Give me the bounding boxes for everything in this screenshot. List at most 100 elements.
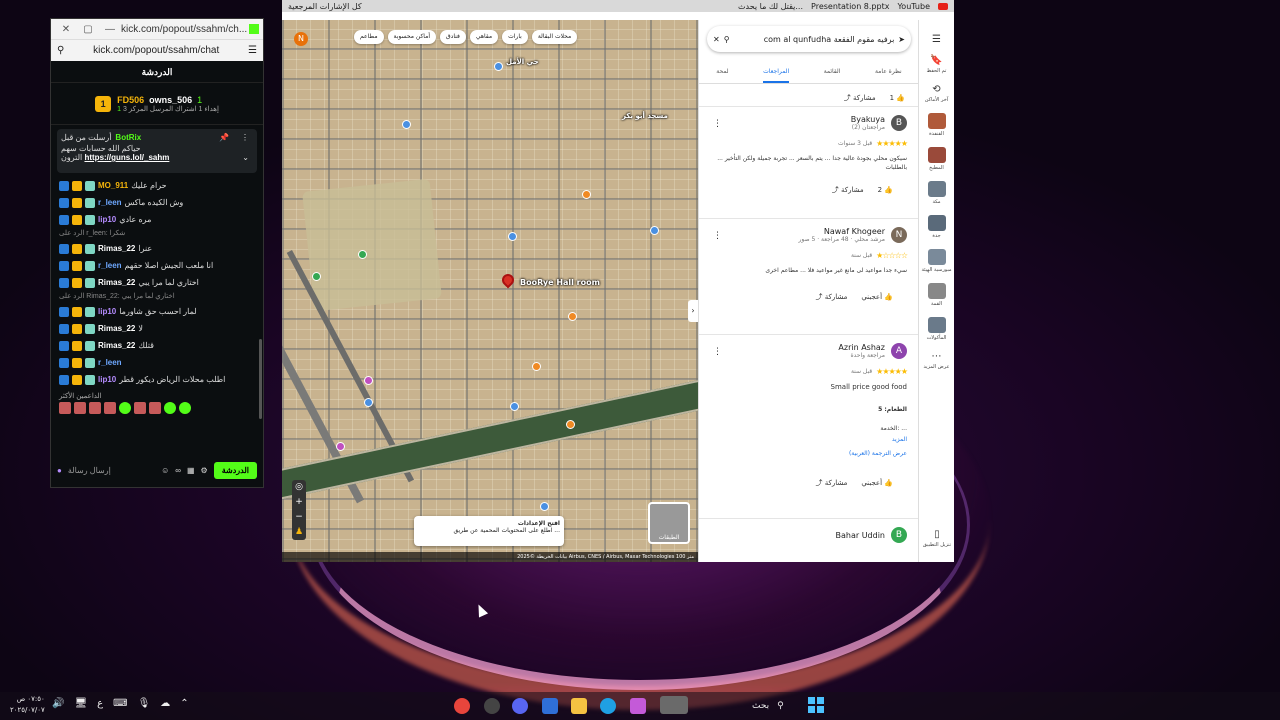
map-poi[interactable] [364, 398, 373, 407]
collapse-panel-button[interactable]: › [688, 300, 698, 322]
emote[interactable] [119, 402, 131, 414]
emoji-icon[interactable]: ☺ [161, 466, 169, 475]
profile-avatar[interactable]: N [294, 32, 308, 46]
store-icon[interactable] [542, 698, 558, 714]
tab-overview[interactable]: نظرة عامة [875, 62, 902, 83]
discord-icon[interactable] [512, 698, 528, 714]
like-button[interactable]: 2 👍 [878, 186, 893, 194]
mic-icon[interactable]: 🎙 [138, 698, 151, 709]
leader-user-2[interactable]: owns_506 [149, 95, 192, 105]
rail-place[interactable]: جدة [919, 215, 954, 239]
clock[interactable]: ٠٧:٥٠ ص ٢٠٢٥/٠٧/٠٧ [10, 694, 45, 716]
chat-address[interactable]: kick.com/popout/ssahm/chat [64, 45, 248, 56]
rail-place[interactable]: القمة [919, 283, 954, 307]
pinned-link[interactable]: https://guns.lol/_sahm [84, 153, 169, 162]
language-indicator[interactable]: ع [97, 698, 103, 709]
reviewer-name[interactable]: Byakuya [851, 115, 885, 124]
chat-username[interactable]: r_leen [98, 261, 122, 270]
cloud-icon[interactable]: ☁ [160, 698, 170, 709]
windows-start-icon[interactable] [808, 697, 824, 713]
search-input[interactable]: برفيه مقوم الفقعة com al qunfudha [734, 35, 895, 44]
avatar[interactable]: B [891, 115, 907, 131]
map-poi[interactable] [402, 120, 411, 129]
app-icon[interactable] [484, 698, 500, 714]
maximize-icon[interactable]: ▢ [77, 24, 99, 35]
chat-username[interactable]: lip10 [98, 375, 116, 384]
chip-hotels[interactable]: فنادق [440, 30, 466, 44]
rail-place[interactable]: المأكولات [919, 317, 954, 341]
emote[interactable] [104, 402, 116, 414]
map-poi[interactable] [540, 502, 549, 511]
keyboard-icon[interactable]: ⌨ [113, 698, 127, 709]
tab-news[interactable]: يقتل لك ما يحدث... [738, 2, 803, 11]
chevron-up-icon[interactable]: ⌃ [180, 698, 188, 709]
send-button[interactable]: الدردشة [213, 461, 257, 479]
tab-menu[interactable]: القائمة [824, 62, 841, 83]
chat-username[interactable]: lip10 [98, 307, 116, 316]
zoom-out-button[interactable]: − [292, 510, 306, 525]
tab-reviews[interactable]: المراجعات [763, 62, 790, 83]
edge-icon[interactable] [600, 698, 616, 714]
satellite-map[interactable]: حي الأمل مسجد أبو بكر BooRye Hall room N… [282, 20, 698, 562]
reviewer-name[interactable]: Nawaf Khogeer [798, 227, 885, 236]
more-icon[interactable]: ⋮ [713, 347, 722, 357]
chip-restaurants[interactable]: مطاعم [354, 30, 384, 44]
map-poi[interactable] [312, 272, 321, 281]
more-icon[interactable]: ⋮ [713, 231, 722, 241]
emote[interactable] [164, 402, 176, 414]
avatar[interactable]: N [891, 227, 907, 243]
map-poi[interactable] [336, 442, 345, 451]
rail-saved[interactable]: 🔖 تم الحفظ [919, 55, 954, 74]
mic-icon[interactable]: ● [57, 466, 62, 475]
reviewer-name[interactable]: Azrin Ashaz [838, 343, 885, 352]
chat-username[interactable]: Rimas_22 [98, 244, 135, 253]
map-poi[interactable] [532, 362, 541, 371]
menu-icon[interactable]: ☰ [919, 34, 954, 45]
avatar[interactable]: A [891, 343, 907, 359]
emote[interactable] [179, 402, 191, 414]
gear-icon[interactable]: ⚙ [201, 466, 208, 475]
like-button[interactable]: 1 👍 [890, 94, 905, 102]
chat-username[interactable]: r_leen [98, 198, 122, 207]
locate-icon[interactable]: ◎ [292, 480, 306, 495]
chat-username[interactable]: Rimas_22 [98, 341, 135, 350]
directions-icon[interactable]: ➤ [898, 35, 905, 44]
map-poi[interactable] [582, 190, 591, 199]
chevron-down-icon[interactable]: ⌄ [242, 153, 249, 162]
chat-username[interactable]: r_leen [98, 358, 122, 367]
network-icon[interactable]: 🖥 [74, 698, 87, 709]
folder-icon[interactable] [571, 698, 587, 714]
search-icon[interactable]: ⚲ [724, 35, 730, 44]
pegman-icon[interactable]: ♟ [292, 525, 306, 540]
scrollbar[interactable] [259, 339, 262, 419]
chip-grocery[interactable]: محلات البقالة [531, 30, 578, 44]
chat-username[interactable]: Rimas_22 [98, 278, 135, 287]
share-button[interactable]: ⤴ مشاركة [816, 478, 848, 488]
chat-username[interactable]: Rimas_22 [98, 324, 135, 333]
rail-place[interactable]: القنفذة [919, 113, 954, 137]
chat-username[interactable]: MO_911 [98, 181, 128, 190]
emote[interactable] [74, 402, 86, 414]
share-button[interactable]: ⤴ مشاركة [844, 93, 876, 103]
emote[interactable] [89, 402, 101, 414]
tab-presentation[interactable]: Presentation 8.pptx [811, 2, 889, 11]
map-poi[interactable] [568, 312, 577, 321]
store-icon[interactable]: ▦ [187, 466, 195, 475]
chip-places[interactable]: أماكن محسوبة [387, 30, 437, 44]
layers-button[interactable]: الطبقات [648, 502, 690, 544]
selected-place-pin[interactable] [499, 271, 517, 289]
rail-more[interactable]: ⋯ عرض المزيد [919, 351, 954, 370]
zoom-in-button[interactable]: + [292, 495, 306, 510]
rail-recent[interactable]: ⟲ آخر الأماكن [919, 84, 954, 103]
emote[interactable] [149, 402, 161, 414]
pinned-message[interactable]: أرسلت من قبل BotRix حياكم الله حسابات سه… [57, 129, 257, 173]
tab-youtube[interactable]: YouTube [897, 2, 930, 11]
share-button[interactable]: ⤴ مشاركة [816, 292, 848, 302]
widget-thumbnail[interactable] [660, 696, 688, 714]
link-icon[interactable]: ∞ [175, 466, 181, 475]
map-poi[interactable] [650, 226, 659, 235]
more-icon[interactable]: ⋮ [713, 119, 722, 129]
leader-user-1[interactable]: FD506 [117, 95, 144, 105]
map-poi[interactable] [508, 232, 517, 241]
rail-place[interactable]: مبورسية الهيئة [919, 249, 954, 273]
